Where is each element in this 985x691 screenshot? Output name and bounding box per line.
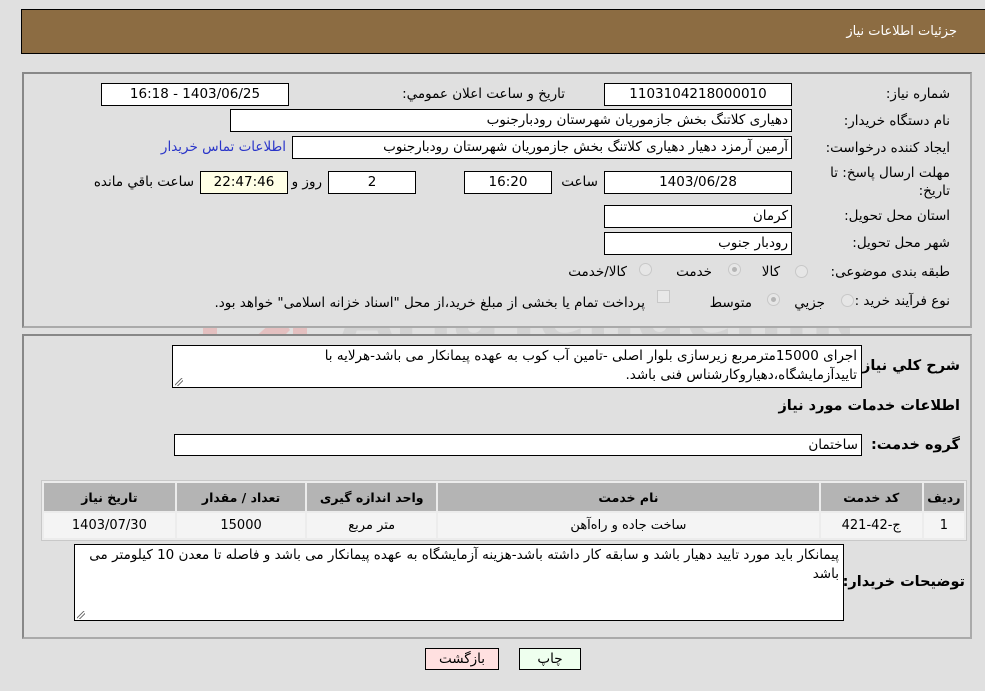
- category-radio-goods[interactable]: [795, 265, 808, 278]
- days-label: روز و: [291, 174, 322, 190]
- table-header-row: ردیف کد خدمت نام خدمت واحد اندازه گیری ت…: [44, 483, 964, 511]
- col-header-unit: واحد اندازه گیری: [307, 483, 437, 511]
- cell-service-name: ساخت جاده و راه‌آهن: [438, 513, 819, 538]
- cell-need-date: 1403/07/30: [44, 513, 175, 538]
- category-radio-service[interactable]: [728, 263, 741, 276]
- remaining-time-field: 22:47:46: [200, 171, 288, 194]
- process-radio-minor[interactable]: [841, 294, 854, 307]
- process-option-minor: جزيي: [794, 295, 825, 311]
- process-type-label: نوع فرآیند خرید :: [854, 293, 950, 309]
- days-remaining-field: 2: [328, 171, 416, 194]
- deadline-label-line2: تاریخ:: [918, 183, 950, 199]
- services-table: ردیف کد خدمت نام خدمت واحد اندازه گیری ت…: [41, 480, 967, 541]
- category-option-goods: کالا: [761, 264, 780, 280]
- buyer-notes-text: پیمانکار باید مورد تایید دهیار باشد و سا…: [89, 547, 839, 582]
- requester-field: آرمین آرمزد دهیار دهیاری کلاتنگ بخش جازم…: [292, 136, 792, 159]
- deadline-label: مهلت ارسال پاسخ: تا تاریخ:: [830, 164, 950, 200]
- category-option-service: خدمت: [676, 264, 712, 280]
- table-row: 1 ج-42-421 ساخت جاده و راه‌آهن متر مربع …: [44, 513, 964, 538]
- deadline-time-label: ساعت: [561, 174, 598, 190]
- description-label: شرح کلي نیاز:: [856, 358, 960, 374]
- category-option-goods-service: کالا/خدمت: [568, 264, 627, 280]
- page-header: جزئیات اطلاعات نیاز: [21, 9, 985, 54]
- buyer-notes-textarea[interactable]: پیمانکار باید مورد تایید دهیار باشد و سا…: [74, 544, 844, 621]
- province-label: استان محل تحویل:: [844, 208, 950, 224]
- details-panel: شرح کلي نیاز: اجرای 15000مترمربع زیرسازی…: [22, 334, 972, 639]
- col-header-row-number: ردیف: [923, 483, 964, 511]
- cell-quantity: 15000: [176, 513, 306, 538]
- description-text: اجرای 15000مترمربع زیرسازی بلوار اصلی -ت…: [324, 348, 857, 383]
- buyer-org-field: دهیاری کلاتنگ بخش جازموریان شهرستان رودب…: [230, 109, 792, 132]
- deadline-date-field: 1403/06/28: [604, 171, 792, 194]
- service-group-field: ساختمان: [174, 434, 862, 456]
- cell-row-number: 1: [923, 513, 964, 538]
- category-radio-goods-service[interactable]: [639, 263, 652, 276]
- service-group-label: گروه خدمت:: [870, 437, 960, 453]
- back-button[interactable]: بازگشت: [425, 648, 499, 670]
- description-textarea[interactable]: اجرای 15000مترمربع زیرسازی بلوار اصلی -ت…: [172, 345, 862, 388]
- page-title: جزئیات اطلاعات نیاز: [846, 24, 957, 39]
- remaining-time-label: ساعت باقي مانده: [93, 174, 194, 190]
- deadline-time-field: 16:20: [464, 171, 552, 194]
- category-label: طبقه بندی موضوعی:: [830, 264, 950, 280]
- treasury-checkbox[interactable]: [657, 290, 670, 303]
- need-number-field: 1103104218000010: [604, 83, 792, 106]
- print-button[interactable]: چاپ: [519, 648, 581, 670]
- deadline-label-line1: مهلت ارسال پاسخ: تا: [830, 165, 950, 181]
- buyer-notes-label: توضیحات خریدار:: [842, 574, 965, 590]
- resize-handle-icon[interactable]: [175, 378, 183, 386]
- buyer-org-label: نام دستگاه خریدار:: [843, 113, 950, 129]
- announce-date-label: تاریخ و ساعت اعلان عمومي:: [402, 86, 565, 102]
- cell-unit: متر مربع: [307, 513, 437, 538]
- city-field: رودبار جنوب: [604, 232, 792, 255]
- need-info-panel: شماره نیاز: 1103104218000010 تاریخ و ساع…: [22, 72, 972, 328]
- services-heading: اطلاعات خدمات مورد نیاز: [778, 398, 960, 414]
- col-header-need-date: تاریخ نیاز: [44, 483, 175, 511]
- process-option-medium: متوسط: [709, 295, 752, 311]
- col-header-service-name: نام خدمت: [438, 483, 819, 511]
- need-number-label: شماره نیاز:: [885, 86, 950, 102]
- buyer-contact-link[interactable]: اطلاعات تماس خریدار: [161, 139, 286, 155]
- process-radio-medium[interactable]: [767, 293, 780, 306]
- treasury-note: پرداخت تمام یا بخشی از مبلغ خرید،از محل …: [214, 295, 645, 311]
- col-header-quantity: تعداد / مقدار: [176, 483, 306, 511]
- announce-date-field: 1403/06/25 - 16:18: [101, 83, 289, 106]
- resize-handle-icon[interactable]: [77, 611, 85, 619]
- province-field: کرمان: [604, 205, 792, 228]
- cell-service-code: ج-42-421: [820, 513, 922, 538]
- col-header-service-code: کد خدمت: [820, 483, 922, 511]
- city-label: شهر محل تحویل:: [852, 235, 950, 251]
- requester-label: ایجاد کننده درخواست:: [825, 140, 950, 156]
